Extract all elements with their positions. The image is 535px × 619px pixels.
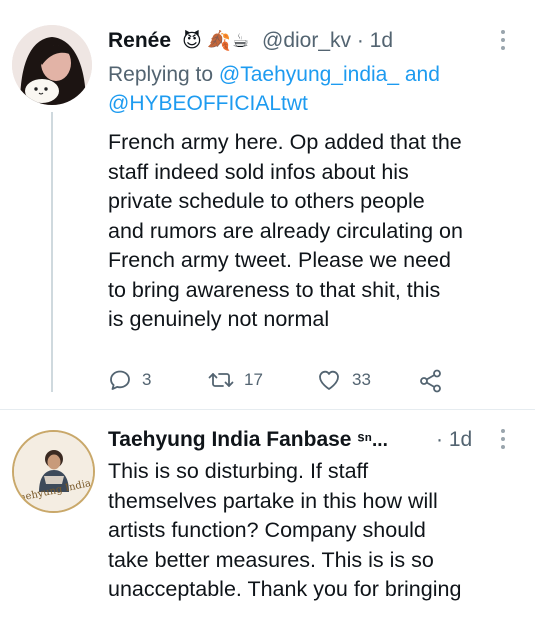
- share-icon: [420, 369, 441, 393]
- display-name[interactable]: Taehyung India Fanbase ˢⁿ...: [108, 428, 388, 452]
- tweet-body: This is so disturbing. If staff themselv…: [108, 457, 461, 605]
- reply-button[interactable]: 3: [108, 368, 151, 392]
- reply-count: 3: [142, 370, 152, 389]
- handle-text[interactable]: @dior_kv: [262, 29, 351, 52]
- like-count: 33: [352, 370, 371, 389]
- like-button[interactable]: 33: [316, 368, 371, 392]
- tweet-body: French army here. Op added that the staf…: [108, 128, 463, 335]
- tweet-body-line: take better measures. This is is so: [108, 547, 434, 572]
- tweet-body-line: private schedule to others people: [108, 189, 425, 213]
- tweet-body-line: staff indeed sold infos about his: [108, 159, 409, 184]
- replying-prefix: Replying to: [108, 63, 214, 86]
- tweet-body-line: French army tweet. Please we need: [108, 248, 451, 272]
- tweet-renee[interactable]: Renée 😈 🍂 ☕ @dior_kv · 1d Replying to @T…: [0, 0, 535, 410]
- replying-to: Replying to @Taehyung_india_ and: [108, 60, 440, 89]
- tweet-body-line: unacceptable. Thank you for bringing: [108, 577, 462, 601]
- tweet-body-line: themselves partake in this how will: [108, 488, 438, 513]
- display-name-suffix[interactable]: ˢⁿ...: [357, 430, 388, 451]
- leaves-emoji: 🍂: [207, 31, 231, 52]
- retweet-icon: [208, 373, 234, 387]
- thread-connector-line: [51, 112, 53, 392]
- tweet-body-line: is genuinely not normal: [108, 307, 330, 331]
- tweet-body-line: to bring awareness to that shit, this: [108, 277, 441, 302]
- reply-icon: [110, 370, 130, 390]
- tweet-body-line: artists function? Company should: [108, 518, 426, 542]
- more-options-icon[interactable]: [499, 429, 507, 453]
- avatar-taehyung-india-fanbase[interactable]: Taehyung India: [12, 430, 95, 513]
- avatar-renee[interactable]: [12, 25, 92, 105]
- tweet-body-line: This is so disturbing. If staff: [108, 459, 369, 483]
- display-name-text[interactable]: Taehyung India Fanbase: [108, 428, 352, 451]
- mention-taehyung-india[interactable]: @Taehyung_india_: [219, 63, 399, 86]
- retweet-count: 17: [244, 370, 263, 389]
- timestamp[interactable]: · 1d: [436, 428, 472, 452]
- display-name[interactable]: Renée: [108, 29, 171, 53]
- mention-and[interactable]: and: [405, 63, 440, 86]
- tweet-body-line: French army here. Op added that the: [108, 130, 462, 154]
- tweet-taehyung-india-fanbase[interactable]: Taehyung India Taehyung India Fanbase ˢⁿ…: [0, 410, 535, 619]
- share-button[interactable]: [418, 368, 444, 394]
- user-handle[interactable]: @dior_kv · 1d: [262, 29, 393, 53]
- mention-hybeofficialtwt[interactable]: @HYBEOFFICIALtwt: [108, 92, 308, 115]
- coffee-emoji: ☕: [232, 31, 250, 52]
- devil-emoji: 😈: [182, 31, 202, 52]
- more-options-icon[interactable]: [499, 30, 507, 54]
- retweet-button[interactable]: 17: [208, 368, 263, 392]
- heart-icon: [319, 370, 339, 390]
- replying-to-second: @HYBEOFFICIALtwt: [108, 89, 308, 118]
- tweet-body-line: and rumors are already circulating on: [108, 218, 463, 243]
- timestamp[interactable]: · 1d: [357, 29, 393, 52]
